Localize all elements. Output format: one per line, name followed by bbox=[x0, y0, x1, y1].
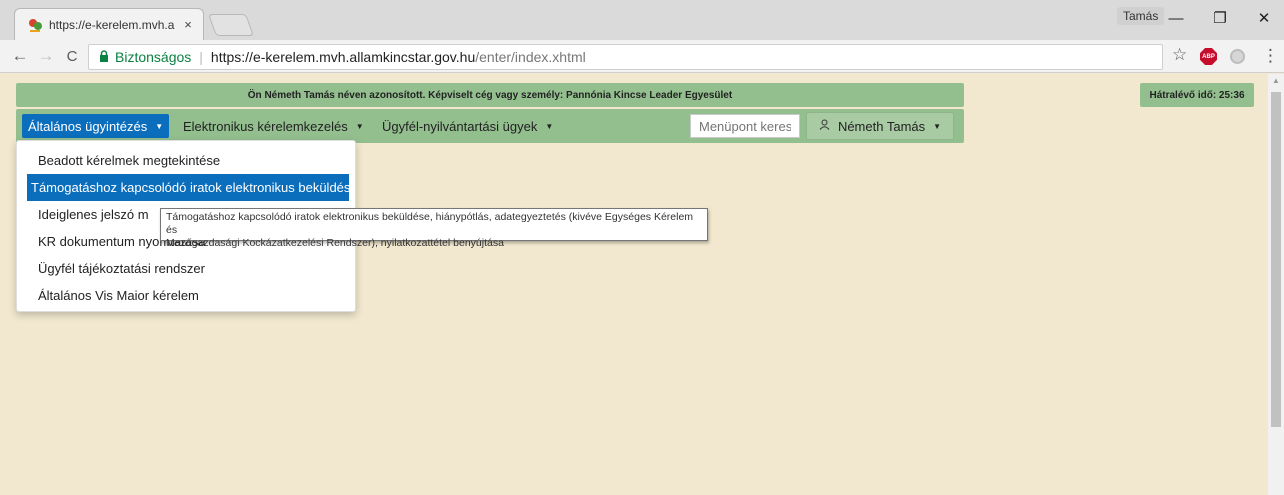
menu-ugyfel-nyilvantartasi-ugyek[interactable]: Ügyfél-nyilvántartási ügyek ▼ bbox=[376, 114, 559, 138]
browser-titlebar: https://e-kerelem.mvh.all × Tamás — ❐ ✕ bbox=[0, 0, 1284, 40]
identity-banner: Ön Németh Tamás néven azonosított. Képvi… bbox=[16, 83, 964, 107]
secure-label: Biztonságos bbox=[115, 49, 192, 65]
session-timer: Hátralévő idő: 25:36 bbox=[1140, 83, 1254, 107]
scroll-up-icon[interactable]: ▲ bbox=[1268, 74, 1284, 88]
menu-elektronikus-kerelemkezeles[interactable]: Elektronikus kérelemkezelés ▼ bbox=[177, 114, 370, 138]
tooltip-line: Mezőgazdasági Kockázatkezelési Rendszer)… bbox=[166, 237, 504, 249]
user-name: Németh Tamás bbox=[837, 118, 926, 134]
menu-label: Általános ügyintézés bbox=[28, 118, 148, 134]
chrome-menu-icon[interactable]: ⋮ bbox=[1262, 46, 1279, 66]
dropdown-item[interactable]: Ügyfél tájékoztatási rendszer bbox=[27, 255, 349, 282]
adblock-plus-icon[interactable]: ABP bbox=[1200, 48, 1217, 65]
tab-close-icon[interactable]: × bbox=[181, 17, 195, 32]
tab-title: https://e-kerelem.mvh.all bbox=[49, 17, 175, 32]
address-bar[interactable]: Biztonságos | https:// e-kerelem.mvh.all… bbox=[88, 44, 1163, 70]
back-icon[interactable]: ← bbox=[10, 46, 30, 66]
url-host: e-kerelem.mvh.allamkincstar.gov.hu bbox=[252, 49, 476, 65]
close-window-icon[interactable]: ✕ bbox=[1244, 5, 1284, 31]
main-menubar: Általános ügyintézés ▼ Elektronikus kére… bbox=[16, 109, 964, 143]
caret-down-icon: ▼ bbox=[545, 121, 554, 131]
bookmark-star-icon[interactable]: ☆ bbox=[1172, 45, 1187, 65]
reload-icon[interactable]: C bbox=[62, 46, 82, 66]
menu-label: Ügyfél-nyilvántartási ügyek bbox=[382, 118, 538, 134]
scrollbar-thumb[interactable] bbox=[1271, 92, 1281, 427]
dropdown-item[interactable]: Beadott kérelmek megtekintése bbox=[27, 147, 349, 174]
caret-down-icon: ▼ bbox=[355, 121, 364, 131]
dropdown-item-hovered[interactable]: Támogatáshoz kapcsolódó iratok elektroni… bbox=[27, 174, 349, 201]
user-menu-button[interactable]: Németh Tamás ▼ bbox=[806, 112, 954, 140]
new-tab-button[interactable] bbox=[207, 14, 255, 36]
maximize-icon[interactable]: ❐ bbox=[1200, 5, 1240, 31]
caret-down-icon: ▼ bbox=[155, 121, 164, 131]
lock-icon bbox=[99, 49, 109, 65]
menu-altalanos-ugyintezes[interactable]: Általános ügyintézés ▼ bbox=[22, 114, 170, 138]
url-scheme: https:// bbox=[210, 49, 253, 65]
minimize-icon[interactable]: — bbox=[1156, 5, 1196, 31]
menu-label: Elektronikus kérelemkezelés bbox=[183, 118, 348, 134]
user-icon bbox=[819, 119, 830, 133]
forward-icon[interactable]: → bbox=[36, 46, 56, 66]
menu-search-input[interactable] bbox=[690, 114, 800, 138]
caret-down-icon: ▼ bbox=[933, 121, 942, 131]
page-content: Ön Németh Tamás néven azonosított. Képvi… bbox=[0, 74, 1268, 495]
browser-toolbar: ← → C Biztonságos | https:// e-kerelem.m… bbox=[0, 40, 1284, 73]
tooltip-line: Támogatáshoz kapcsolódó iratok elektroni… bbox=[166, 211, 694, 236]
browser-tab[interactable]: https://e-kerelem.mvh.all × bbox=[14, 8, 204, 40]
address-separator: | bbox=[199, 49, 203, 65]
extension-icon[interactable] bbox=[1230, 49, 1245, 64]
dropdown-item[interactable]: Általános Vis Maior kérelem bbox=[27, 282, 349, 309]
tooltip: Támogatáshoz kapcsolódó iratok elektroni… bbox=[160, 208, 708, 249]
page-scrollbar[interactable]: ▲ bbox=[1268, 74, 1284, 495]
site-favicon-icon bbox=[27, 17, 43, 33]
url-path: /enter/index.xhtml bbox=[475, 49, 586, 65]
